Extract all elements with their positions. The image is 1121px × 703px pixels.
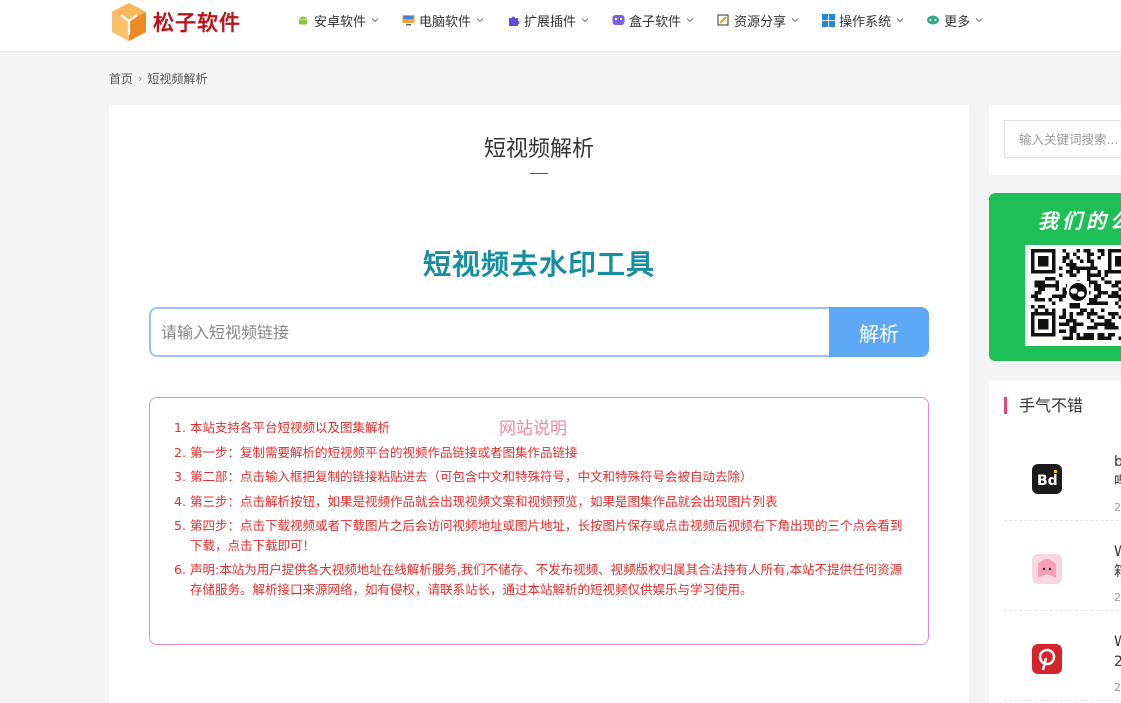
note-number: 3. (174, 469, 186, 484)
note-text: 本站支持各平台短视频以及图集解析 (190, 420, 391, 435)
note-number: 5. (174, 518, 186, 533)
parse-button[interactable]: 解析 (829, 307, 929, 357)
svg-text:Bd: Bd (1037, 473, 1058, 489)
chevron-down-icon (686, 18, 694, 23)
android-icon (296, 13, 310, 27)
chevron-right-icon: › (138, 72, 143, 85)
note-text: 声明:本站为用户提供各大视频地址在线解析服务,我们不储存、不发布视频、视频版权归… (190, 562, 903, 597)
item-title: W2 (1114, 634, 1121, 670)
nav-item-pc-software[interactable]: 电脑软件 (401, 11, 484, 30)
nav-label: 安卓软件 (314, 14, 367, 30)
video-url-input[interactable] (149, 307, 829, 357)
nav-item-os[interactable]: 操作系统 (821, 11, 904, 30)
note-number: 6. (174, 562, 186, 577)
more-icon (926, 13, 940, 27)
lucky-picks-title: 手气不错 (1004, 397, 1083, 414)
note-item: 6. 声明:本站为用户提供各大视频地址在线解析服务,我们不储存、不发布视频、视频版… (174, 560, 909, 599)
site-notes-box: 网站说明 1. 本站支持各平台短视频以及图集解析 2. 第一步：复制需要解析的短视频… (149, 397, 929, 645)
item-date: 2 (1114, 501, 1121, 514)
nav-label: 操作系统 (839, 14, 892, 30)
item-date: 2 (1114, 681, 1121, 694)
note-text: 第二部：点击输入框把复制的链接粘贴进去（可包含中文和特殊符号，中文和特殊符号会被… (190, 469, 753, 484)
nav-label: 资源分享 (734, 14, 787, 30)
list-item[interactable]: Bd b哔 2 (1004, 431, 1121, 521)
item-title: W箱 (1114, 544, 1121, 580)
logo-mark-icon (109, 1, 149, 43)
note-number: 2. (174, 444, 186, 460)
nav-label: 电脑软件 (419, 14, 472, 30)
logo-text: 松子软件 (153, 10, 241, 35)
main-nav: 安卓软件 电脑软件 扩展插件 盒子软件 资源分享 操作系统 更多 (296, 0, 1005, 40)
app-thumb-icon: Bd (1032, 464, 1062, 494)
sidebar-search-input[interactable] (1004, 120, 1121, 158)
note-item: 1. 本站支持各平台短视频以及图集解析 (174, 418, 909, 438)
nav-item-android[interactable]: 安卓软件 (296, 11, 379, 30)
chevron-down-icon (896, 18, 904, 23)
tool-title: 短视频去水印工具 (422, 248, 655, 281)
tv-box-icon (611, 13, 625, 27)
top-header: 松子软件 安卓软件 电脑软件 扩展插件 盒子软件 资源分享 操作系统 更多 (0, 0, 1121, 51)
notes-list: 1. 本站支持各平台短视频以及图集解析 2. 第一步：复制需要解析的短视频平台的视频… (174, 418, 909, 604)
computer-icon (401, 13, 415, 27)
app-thumb-icon (1032, 554, 1062, 584)
note-item: 5. 第四步：点击下载视频或者下载图片之后会访问视频地址或图片地址，长按图片保存或… (174, 516, 909, 555)
list-item[interactable]: W箱 2 (1004, 521, 1121, 611)
page-title: 短视频解析 (483, 137, 594, 162)
note-item: 3. 第二部：点击输入框把复制的链接粘贴进去（可包含中文和特殊符号，中文和特殊符号… (174, 467, 909, 487)
nav-item-tv-box[interactable]: 盒子软件 (611, 11, 694, 30)
item-date: 2 (1114, 591, 1121, 604)
note-item: 2. 第一步：复制需要解析的短视频平台的视频作品链接或者图集作品链接 (174, 443, 909, 463)
pinterest-icon (1032, 644, 1062, 674)
nav-label: 扩展插件 (524, 14, 577, 30)
qr-code-image (1025, 245, 1121, 346)
list-item[interactable]: W2 2 (1004, 611, 1121, 701)
nav-item-more[interactable]: 更多 (926, 11, 983, 30)
share-icon (716, 13, 730, 27)
chevron-down-icon (476, 18, 484, 23)
title-divider (530, 173, 548, 174)
note-number: 1. (174, 420, 186, 435)
chevron-down-icon (791, 18, 799, 23)
nav-item-resource-share[interactable]: 资源分享 (716, 11, 799, 30)
breadcrumb: 首页 › 短视频解析 (109, 70, 207, 87)
note-number: 4. (174, 493, 186, 509)
breadcrumb-current: 短视频解析 (147, 72, 208, 86)
nav-label: 更多 (944, 14, 971, 30)
puzzle-icon (506, 13, 520, 27)
lucky-picks-card: 手气不错 Bd b哔 2 W箱 2 W2 2 (989, 381, 1121, 703)
wechat-qr-card: 我们的公 (989, 193, 1121, 361)
breadcrumb-home[interactable]: 首页 (109, 70, 133, 87)
windows-icon (821, 13, 835, 27)
chevron-down-icon (975, 18, 983, 23)
parse-form: 解析 (149, 307, 929, 357)
nav-label: 盒子软件 (629, 14, 682, 30)
item-title: b哔 (1114, 454, 1121, 490)
qr-title: 我们的公 (1038, 209, 1121, 233)
chevron-down-icon (371, 18, 379, 23)
note-text: 第三步：点击解析按钮，如果是视频作品就会出现视频文案和视频预览，如果是图集作品就… (190, 493, 778, 509)
note-text: 第一步：复制需要解析的短视频平台的视频作品链接或者图集作品链接 (190, 444, 578, 460)
main-card: 短视频解析 短视频去水印工具 解析 网站说明 1.本站支持各平台短视频以及图集解… (109, 105, 969, 703)
sidebar-search-card (989, 105, 1121, 175)
note-text: 第四步：点击下载视频或者下载图片之后会访问视频地址或图片地址，长按图片保存或点击… (190, 518, 903, 553)
site-logo[interactable]: 松子软件 (109, 0, 241, 44)
note-item: 4. 第三步：点击解析按钮，如果是视频作品就会出现视频文案和视频预览，如果是图集作… (174, 492, 909, 512)
nav-item-extensions[interactable]: 扩展插件 (506, 11, 589, 30)
chevron-down-icon (581, 18, 589, 23)
